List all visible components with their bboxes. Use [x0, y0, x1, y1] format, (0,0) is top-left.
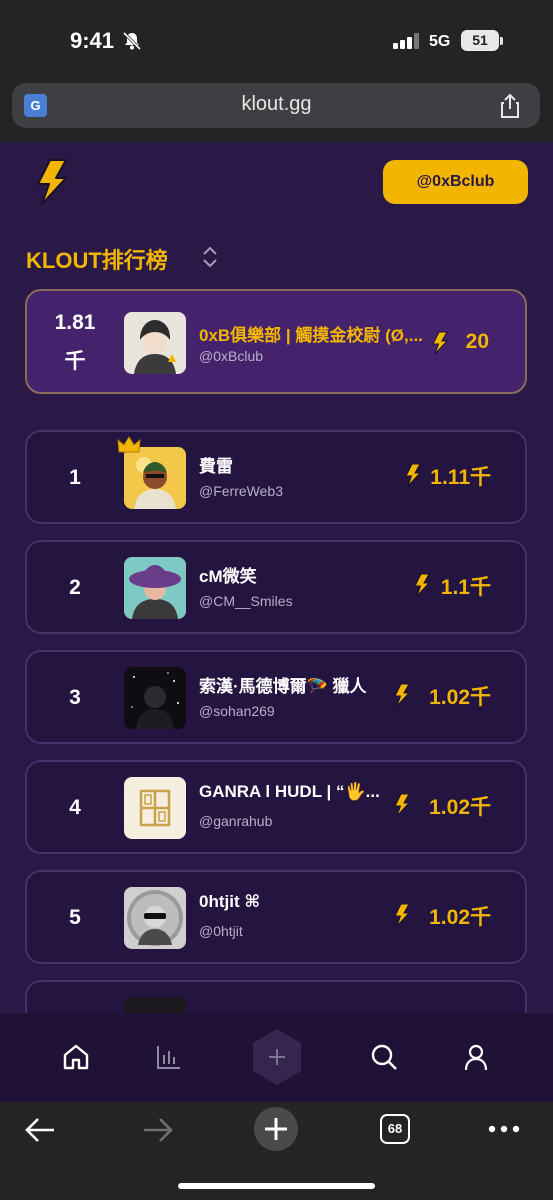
- tabs-icon[interactable]: 68: [380, 1114, 410, 1144]
- battery-icon: 51: [461, 30, 499, 51]
- bolt-icon: [394, 903, 411, 927]
- rank-number: 1: [69, 466, 81, 489]
- user-handle: @FerreWeb3: [199, 483, 283, 499]
- list-item[interactable]: 3 索漢·馬德博爾🪂 獵人 @sohan269 1.02千: [25, 650, 527, 744]
- current-user-klout: 1.81: [54, 311, 96, 334]
- user-handle: @sohan269: [199, 703, 275, 719]
- avatar: [124, 557, 186, 619]
- crown-icon: [117, 436, 141, 453]
- list-item[interactable]: 1 費雷 @FerreWeb3 1.11千: [25, 430, 527, 524]
- rank-number: 2: [69, 576, 81, 599]
- user-score: 1.11千: [430, 466, 491, 489]
- user-handle: @0htjit: [199, 923, 243, 939]
- user-name: cM微笑: [199, 567, 257, 586]
- rank-number: 5: [69, 906, 81, 929]
- new-tab-icon[interactable]: [253, 1106, 299, 1152]
- current-user-card[interactable]: 1.81 千 0xB俱樂部 | 觸摸金校尉 (Ø,... @0xBclub 20: [25, 289, 527, 394]
- user-score: 1.1千: [440, 576, 491, 599]
- current-user-name: 0xB俱樂部 | 觸摸金校尉 (Ø,...: [199, 326, 423, 345]
- forward-icon[interactable]: [142, 1116, 174, 1144]
- current-user-klout-unit: 千: [64, 350, 86, 373]
- user-name: 0htjit ⌘: [199, 892, 261, 911]
- signal-icon: [393, 33, 419, 49]
- account-button[interactable]: @0xBclub: [383, 160, 528, 204]
- user-name: 費雷: [199, 457, 233, 476]
- avatar: [124, 312, 186, 374]
- current-user-handle: @0xBclub: [199, 348, 264, 364]
- search-icon[interactable]: [370, 1043, 398, 1071]
- avatar: [124, 887, 186, 949]
- stats-icon[interactable]: [155, 1043, 183, 1071]
- list-item[interactable]: 2 cM微笑 @CM__Smiles 1.1千: [25, 540, 527, 634]
- user-score: 1.02千: [429, 796, 491, 819]
- current-user-score: 20: [465, 330, 489, 353]
- bolt-icon: [394, 793, 411, 817]
- bolt-icon: [432, 331, 449, 355]
- sort-toggle-icon[interactable]: [200, 245, 220, 269]
- rank-number: 4: [69, 796, 81, 819]
- battery-tip: [500, 37, 503, 45]
- user-score: 1.02千: [429, 686, 491, 709]
- user-name: 索漢·馬德博爾🪂 獵人: [199, 677, 367, 696]
- rank-number: 3: [69, 686, 81, 709]
- user-handle: @ganrahub: [199, 813, 273, 829]
- bolt-icon: [394, 683, 411, 707]
- klout-logo-icon[interactable]: [36, 158, 68, 206]
- bolt-icon: [414, 573, 431, 597]
- user-score: 1.02千: [429, 906, 491, 929]
- more-icon[interactable]: [487, 1124, 521, 1134]
- home-indicator: [178, 1183, 375, 1189]
- profile-icon[interactable]: [462, 1043, 490, 1071]
- url-text[interactable]: klout.gg: [0, 93, 553, 116]
- network-type: 5G: [429, 33, 451, 50]
- list-item[interactable]: 5 0htjit ⌘ @0htjit 1.02千: [25, 870, 527, 964]
- home-icon[interactable]: [62, 1043, 90, 1071]
- user-name: GANRA l HUDL | “🖐...: [199, 782, 380, 801]
- avatar: [124, 447, 186, 509]
- leaderboard-title: KLOUT排行榜: [26, 248, 168, 273]
- back-icon[interactable]: [24, 1116, 56, 1144]
- user-handle: @CM__Smiles: [199, 593, 293, 609]
- bell-muted-icon: [122, 31, 142, 51]
- plus-icon[interactable]: [247, 1027, 307, 1087]
- share-icon[interactable]: [498, 93, 522, 119]
- list-item[interactable]: 4 GANRA l HUDL | “🖐... @ganrahub 1.02千: [25, 760, 527, 854]
- avatar: [124, 777, 186, 839]
- bolt-icon: [405, 463, 422, 487]
- status-time: 9:41: [70, 28, 115, 53]
- avatar: [124, 667, 186, 729]
